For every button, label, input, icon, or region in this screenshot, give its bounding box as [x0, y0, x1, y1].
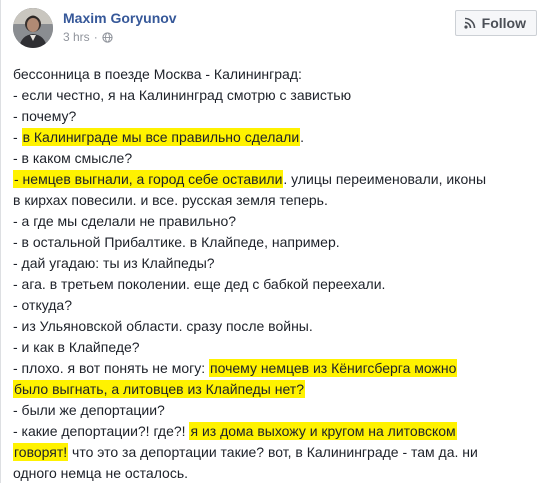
post-line: - были же депортации?	[13, 400, 538, 421]
highlighted-text: говорят!	[13, 443, 69, 461]
post-meta: 3 hrs ·	[63, 30, 113, 44]
avatar-image	[13, 8, 53, 48]
post-line: говорят! что это за депортации такие? во…	[13, 442, 538, 463]
post-header: Maxim Goryunov 3 hrs · Follow	[13, 8, 541, 52]
post-text-segment: - ага. в третьем поколении. еще дед с ба…	[13, 276, 386, 292]
post-line: - ага. в третьем поколении. еще дед с ба…	[13, 274, 538, 295]
post-text-segment: что это за депортации такие? вот, в Кали…	[68, 444, 478, 460]
highlighted-text: в Калиниграде мы все правильно сделали	[21, 128, 301, 146]
post-text: бессонница в поезде Москва - Калининград…	[13, 64, 538, 484]
post-line: - и как в Клайпеде?	[13, 337, 538, 358]
post-line: - плохо. я вот понять не могу: почему не…	[13, 358, 538, 379]
post-line: в кирхах повесили. и все. русская земля …	[13, 190, 538, 211]
post-line: - немцев выгнали, а город себе оставили.…	[13, 169, 538, 190]
post-line: - в каком смысле?	[13, 148, 538, 169]
post-text-segment: - какие депортации?! где?!	[13, 423, 190, 439]
highlighted-text: - немцев выгнали, а город себе оставили	[13, 170, 284, 188]
follow-button[interactable]: Follow	[454, 10, 537, 36]
post-line: - если честно, я на Калининград смотрю с…	[13, 85, 538, 106]
author-name-link[interactable]: Maxim Goryunov	[63, 10, 177, 26]
post-line: - откуда?	[13, 295, 538, 316]
post-text-segment: - в каком смысле?	[13, 150, 133, 166]
follow-label: Follow	[481, 15, 526, 31]
highlighted-text: было выгнать, а литовцев из Клайпеды нет…	[13, 380, 305, 398]
post-line: - почему?	[13, 106, 538, 127]
post-text-segment: бессонница в поезде Москва - Калининград…	[13, 66, 302, 82]
post-text-segment: . улицы переименовали, иконы	[283, 171, 487, 187]
post-card: Maxim Goryunov 3 hrs · Follow бессонница…	[0, 0, 549, 483]
highlighted-text: я из дома выхожу и кругом на литовском	[189, 422, 457, 440]
post-text-segment: - а где мы сделали не правильно?	[13, 213, 237, 229]
post-text-segment: - откуда?	[13, 297, 73, 313]
meta-separator: ·	[93, 30, 98, 44]
post-text-segment: - почему?	[13, 108, 77, 124]
post-line: бессонница в поезде Москва - Калининград…	[13, 64, 538, 85]
post-line: - какие депортации?! где?! я из дома вых…	[13, 421, 538, 442]
post-text-segment: - плохо. я вот понять не могу:	[13, 360, 210, 376]
post-text-segment: в кирхах повесили. и все. русская земля …	[13, 192, 328, 208]
globe-icon[interactable]	[102, 31, 113, 43]
post-line: было выгнать, а литовцев из Клайпеды нет…	[13, 379, 538, 400]
avatar[interactable]	[13, 8, 53, 48]
rss-icon	[464, 17, 475, 29]
post-line: - дай угадаю: ты из Клайпеды?	[13, 253, 538, 274]
post-text-segment: -	[13, 129, 22, 145]
post-line: - из Ульяновской области. сразу после во…	[13, 316, 538, 337]
post-text-segment: - если честно, я на Калининград смотрю с…	[13, 87, 352, 103]
post-text-segment: одного немца не осталось.	[13, 465, 189, 481]
post-text-segment: .	[300, 129, 305, 145]
post-text-segment: - и как в Клайпеде?	[13, 339, 140, 355]
post-text-segment: - из Ульяновской области. сразу после во…	[13, 318, 313, 334]
post-line: одного немца не осталось.	[13, 463, 538, 484]
post-line: - а где мы сделали не правильно?	[13, 211, 538, 232]
post-text-segment: - в остальной Прибалтике. в Клайпеде, на…	[13, 234, 340, 250]
highlighted-text: почему немцев из Кёнигсберга можно	[209, 359, 458, 377]
timestamp-link[interactable]: 3 hrs	[63, 30, 90, 44]
post-line: - в остальной Прибалтике. в Клайпеде, на…	[13, 232, 538, 253]
post-text-segment: - дай угадаю: ты из Клайпеды?	[13, 255, 215, 271]
post-line: - в Калиниграде мы все правильно сделали…	[13, 127, 538, 148]
post-text-segment: - были же депортации?	[13, 402, 165, 418]
